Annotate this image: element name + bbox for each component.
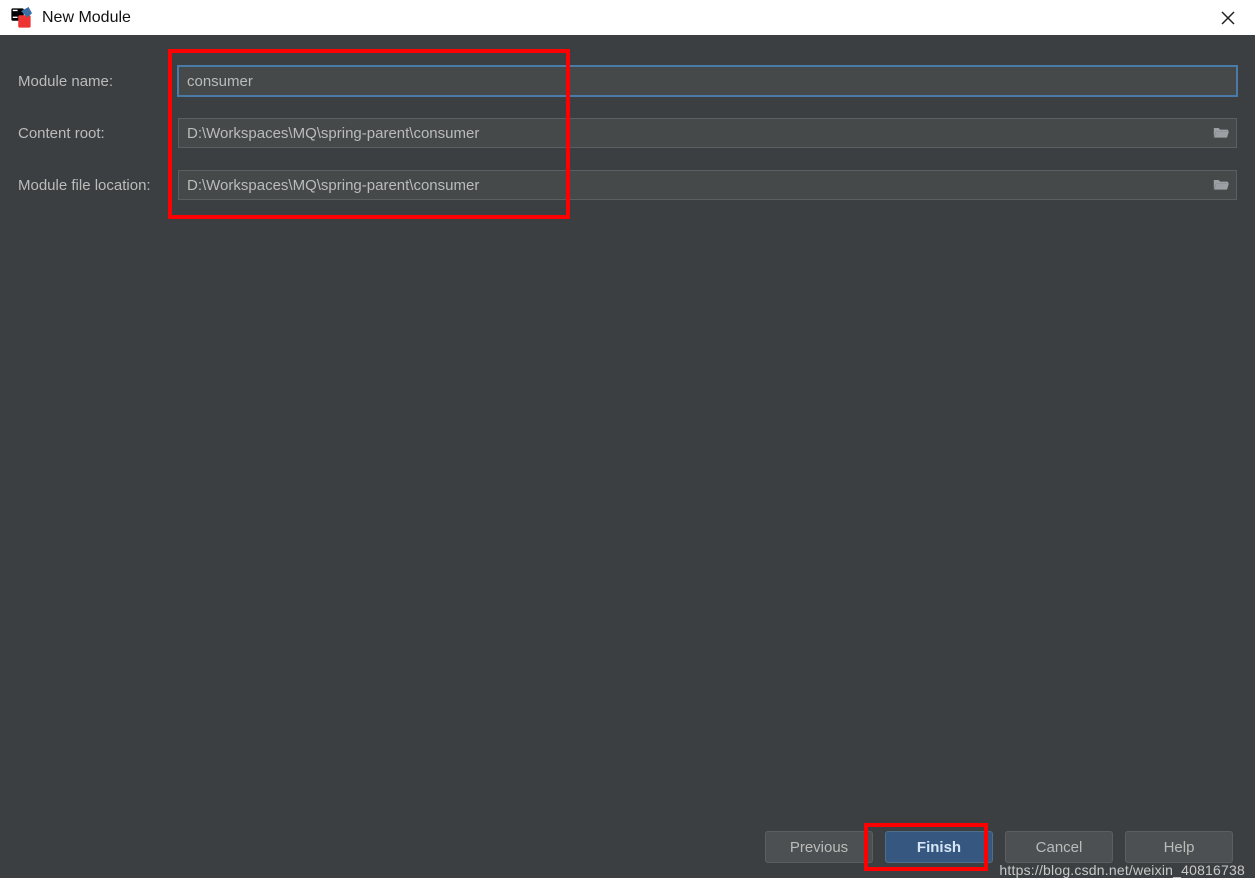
finish-button[interactable]: Finish xyxy=(885,831,993,863)
field-wrap-content-root xyxy=(178,118,1237,148)
watermark-text: https://blog.csdn.net/weixin_40816738 xyxy=(999,862,1245,878)
folder-open-icon xyxy=(1213,125,1229,142)
help-button[interactable]: Help xyxy=(1125,831,1233,863)
module-name-input[interactable] xyxy=(178,66,1237,96)
form: Module name: Content root: Module file l… xyxy=(0,55,1255,211)
dialog-body: Module name: Content root: Module file l… xyxy=(0,35,1255,878)
title-bar: New Module xyxy=(0,0,1255,35)
row-module-file-location: Module file location: xyxy=(18,159,1237,211)
app-logo-icon xyxy=(10,7,32,29)
previous-button[interactable]: Previous xyxy=(765,831,873,863)
content-root-input[interactable] xyxy=(178,118,1237,148)
folder-open-icon xyxy=(1213,177,1229,194)
label-content-root: Content root: xyxy=(18,125,178,142)
label-module-file-location: Module file location: xyxy=(18,177,178,194)
label-module-name: Module name: xyxy=(18,73,178,90)
cancel-button[interactable]: Cancel xyxy=(1005,831,1113,863)
window-close-button[interactable] xyxy=(1211,3,1245,33)
module-file-location-input[interactable] xyxy=(178,170,1237,200)
field-wrap-module-file-location xyxy=(178,170,1237,200)
dialog-footer: Previous Finish Cancel Help xyxy=(0,831,1255,863)
row-module-name: Module name: xyxy=(18,55,1237,107)
module-file-location-browse-button[interactable] xyxy=(1206,171,1236,199)
content-root-browse-button[interactable] xyxy=(1206,119,1236,147)
field-wrap-module-name xyxy=(178,66,1237,96)
window-title: New Module xyxy=(42,9,131,27)
row-content-root: Content root: xyxy=(18,107,1237,159)
